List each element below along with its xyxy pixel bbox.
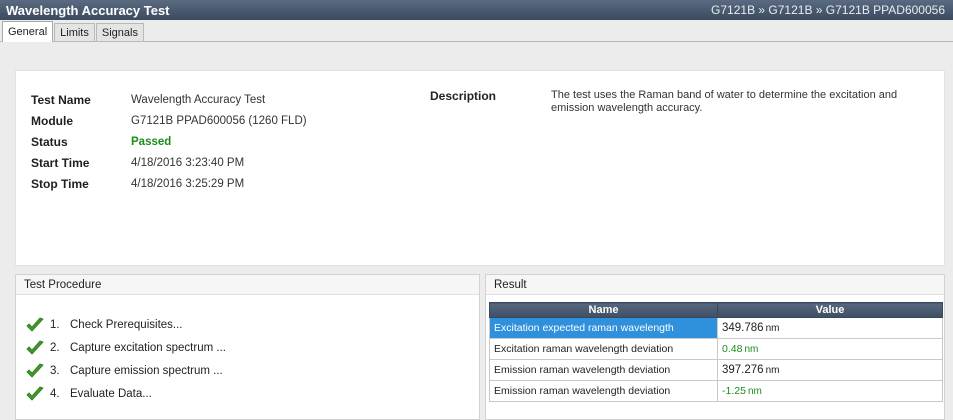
result-value: 0.48 xyxy=(722,343,743,355)
description-label: Description xyxy=(430,89,497,103)
stop-time-row: Stop Time 4/18/2016 3:25:29 PM xyxy=(31,173,307,194)
tab-bar: General Limits Signals xyxy=(0,20,953,42)
module-row: Module G7121B PPAD600056 (1260 FLD) xyxy=(31,110,307,131)
status-row: Status Passed xyxy=(31,131,307,152)
test-name-value: Wavelength Accuracy Test xyxy=(131,93,266,106)
result-name-cell[interactable]: Excitation expected raman wavelength xyxy=(489,317,718,339)
step-label: Capture excitation spectrum ... xyxy=(70,341,226,354)
module-value: G7121B PPAD600056 (1260 FLD) xyxy=(131,114,307,127)
table-row[interactable]: Excitation raman wavelength deviation 0.… xyxy=(489,338,943,360)
result-value-cell[interactable]: 349.786 nm xyxy=(717,317,943,339)
result-value: 349.786 xyxy=(722,322,764,334)
column-header-value[interactable]: Value xyxy=(717,302,943,318)
result-value-cell[interactable]: 397.276 nm xyxy=(717,359,943,381)
test-name-row: Test Name Wavelength Accuracy Test xyxy=(31,89,307,110)
status-label: Status xyxy=(31,134,68,149)
column-header-name[interactable]: Name xyxy=(489,302,718,318)
check-icon xyxy=(26,340,44,355)
start-time-value: 4/18/2016 3:23:40 PM xyxy=(131,156,245,169)
test-info-fields: Test Name Wavelength Accuracy Test Modul… xyxy=(31,89,307,194)
step-label: Capture emission spectrum ... xyxy=(70,364,223,377)
result-name-cell[interactable]: Emission raman wavelength deviation xyxy=(489,380,718,402)
result-value-cell[interactable]: 0.48 nm xyxy=(717,338,943,360)
step-number: 4. xyxy=(50,387,60,400)
tab-limits[interactable]: Limits xyxy=(54,23,95,41)
table-row[interactable]: Emission raman wavelength deviation 397.… xyxy=(489,359,943,381)
result-unit: nm xyxy=(765,323,780,334)
test-info-panel: Test Name Wavelength Accuracy Test Modul… xyxy=(15,70,945,266)
procedure-step[interactable]: 2. Capture excitation spectrum ... xyxy=(26,336,226,359)
check-icon xyxy=(26,317,44,332)
module-label: Module xyxy=(31,113,73,128)
window-title: Wavelength Accuracy Test xyxy=(6,2,170,18)
result-unit: nm xyxy=(747,386,762,397)
procedure-step[interactable]: 4. Evaluate Data... xyxy=(26,382,226,405)
test-name-label: Test Name xyxy=(31,92,91,107)
table-row[interactable]: Excitation expected raman wavelength 349… xyxy=(489,317,943,339)
test-procedure-header: Test Procedure xyxy=(16,275,479,295)
result-table: Name Value Excitation expected raman wav… xyxy=(489,302,943,402)
step-number: 1. xyxy=(50,318,60,331)
step-label: Check Prerequisites... xyxy=(70,318,183,331)
title-bar: Wavelength Accuracy Test G7121B » G7121B… xyxy=(0,0,953,20)
result-value: -1.25 xyxy=(722,385,746,397)
table-row[interactable]: Emission raman wavelength deviation -1.2… xyxy=(489,380,943,402)
procedure-step[interactable]: 3. Capture emission spectrum ... xyxy=(26,359,226,382)
start-time-label: Start Time xyxy=(31,155,90,170)
breadcrumb[interactable]: G7121B » G7121B » G7121B PPAD600056 xyxy=(711,3,945,17)
status-value: Passed xyxy=(131,135,172,148)
test-procedure-group: Test Procedure 1. Check Prerequisites...… xyxy=(15,274,480,420)
result-unit: nm xyxy=(765,365,780,376)
stop-time-value: 4/18/2016 3:25:29 PM xyxy=(131,177,245,190)
tab-general[interactable]: General xyxy=(2,21,54,42)
step-number: 3. xyxy=(50,364,60,377)
check-icon xyxy=(26,386,44,401)
step-label: Evaluate Data... xyxy=(70,387,152,400)
tab-signals[interactable]: Signals xyxy=(95,23,144,41)
result-value: 397.276 xyxy=(722,364,764,376)
step-number: 2. xyxy=(50,341,60,354)
result-group: Result Name Value Excitation expected ra… xyxy=(485,274,945,420)
check-icon xyxy=(26,363,44,378)
result-value-cell[interactable]: -1.25 nm xyxy=(717,380,943,402)
start-time-row: Start Time 4/18/2016 3:23:40 PM xyxy=(31,152,307,173)
procedure-step[interactable]: 1. Check Prerequisites... xyxy=(26,313,226,336)
result-header: Result xyxy=(486,275,944,295)
procedure-steps: 1. Check Prerequisites... 2. Capture exc… xyxy=(26,313,226,405)
description-text: The test uses the Raman band of water to… xyxy=(551,89,898,114)
result-name-cell[interactable]: Emission raman wavelength deviation xyxy=(489,359,718,381)
result-table-header-row: Name Value xyxy=(489,302,943,318)
stop-time-label: Stop Time xyxy=(31,176,89,191)
result-name-cell[interactable]: Excitation raman wavelength deviation xyxy=(489,338,718,360)
result-unit: nm xyxy=(744,344,759,355)
